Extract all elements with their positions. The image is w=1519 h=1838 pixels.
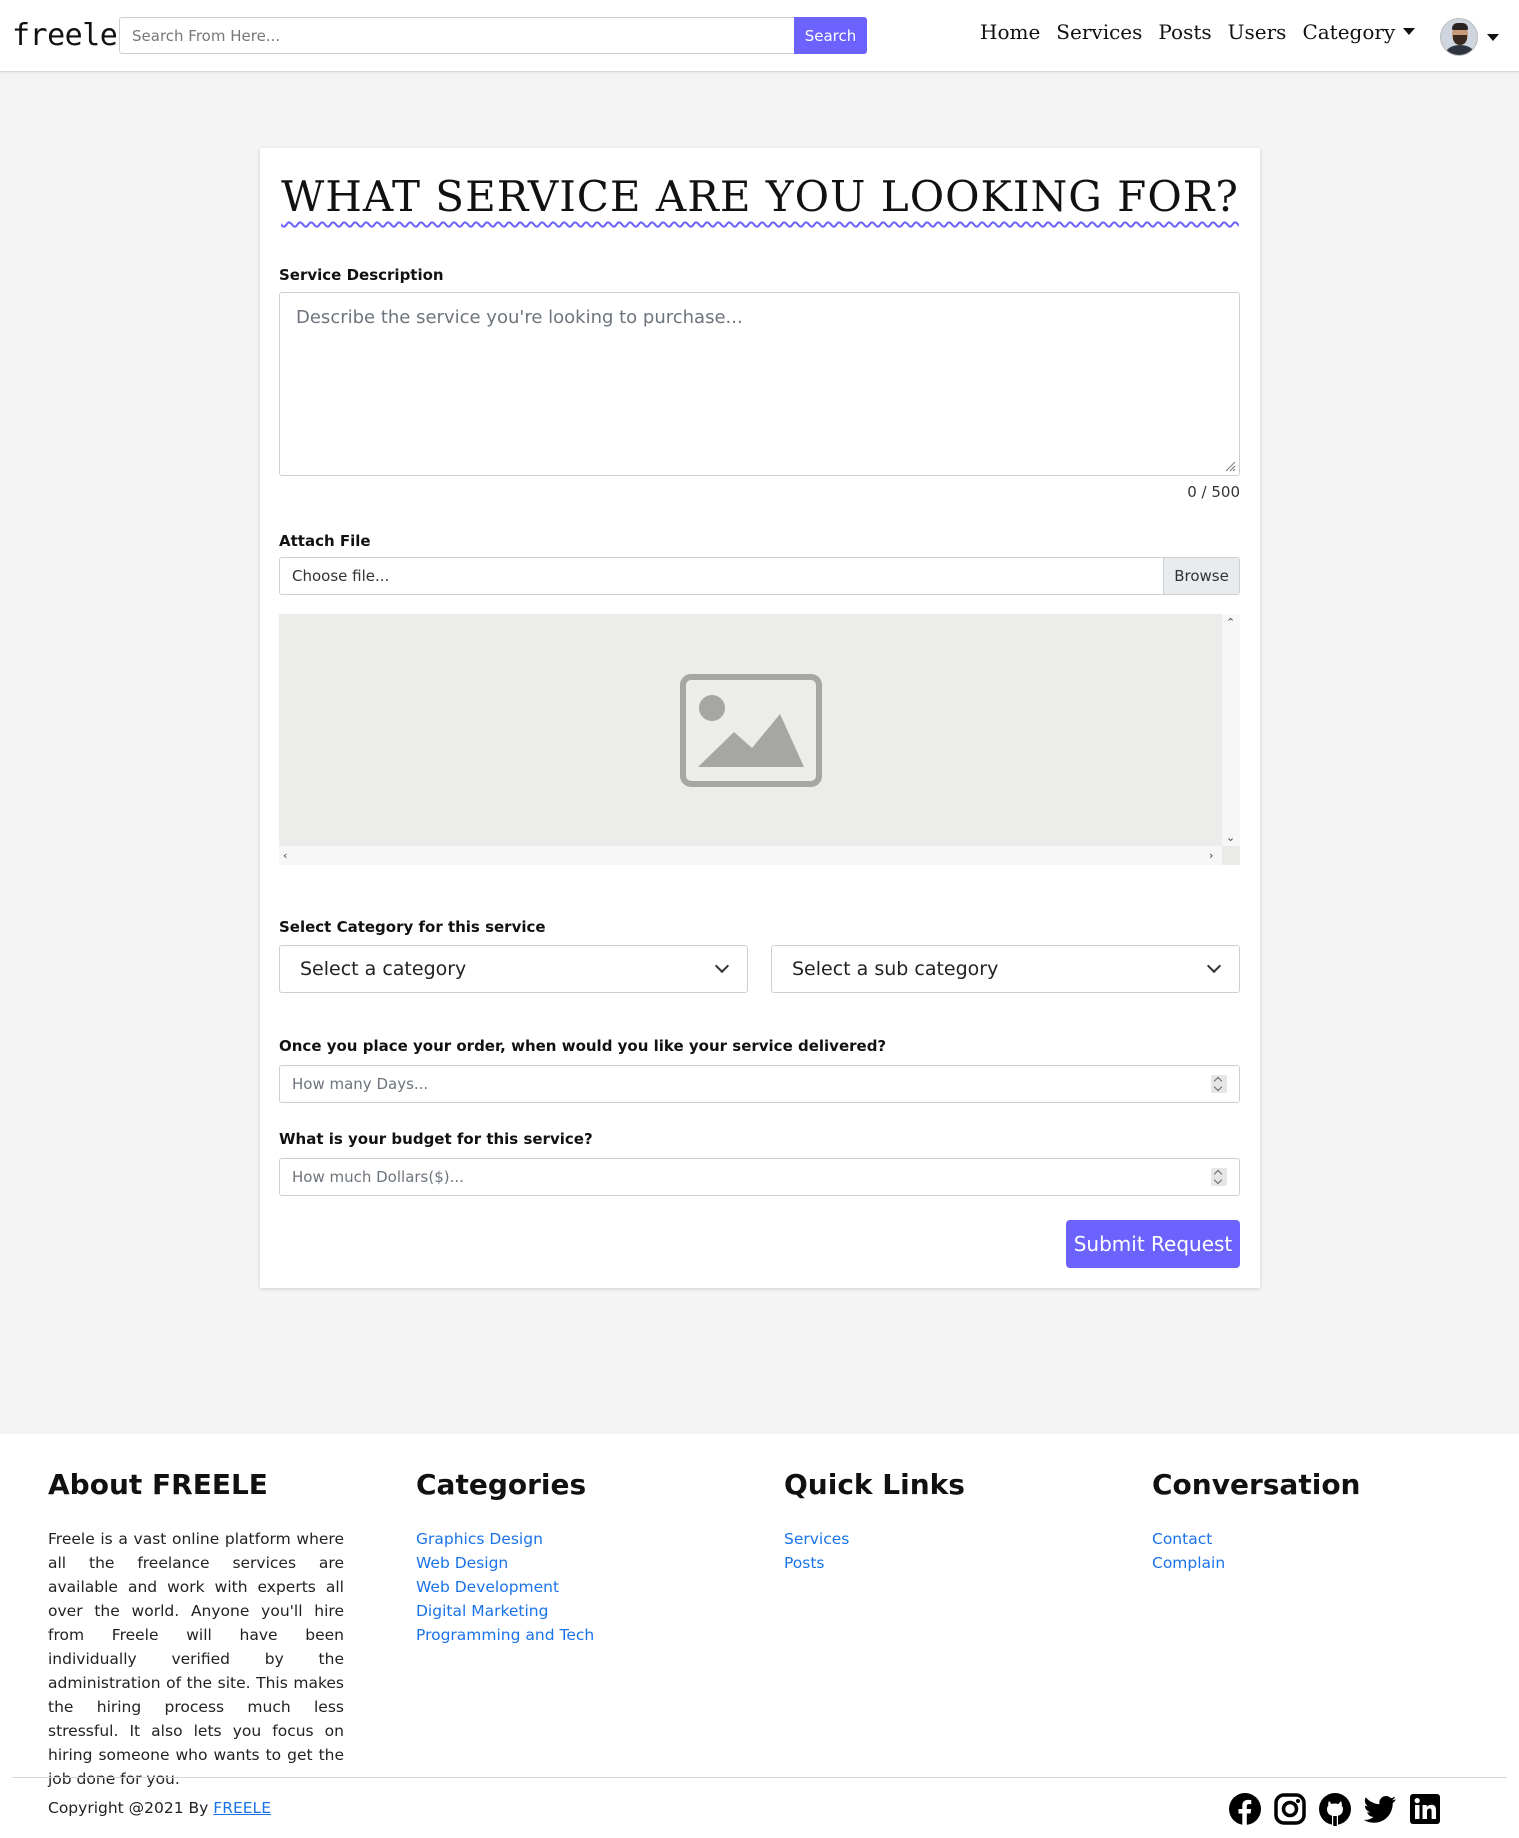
footer-about-heading: About FREELE bbox=[48, 1468, 268, 1501]
footer-link-digital-marketing[interactable]: Digital Marketing bbox=[416, 1599, 594, 1623]
footer-quicklinks-heading: Quick Links bbox=[784, 1468, 965, 1501]
delivery-days-placeholder: How many Days... bbox=[292, 1075, 429, 1093]
description-label: Service Description bbox=[279, 266, 444, 284]
avatar[interactable] bbox=[1440, 18, 1478, 56]
nav-home[interactable]: Home bbox=[980, 20, 1040, 44]
user-menu[interactable] bbox=[1440, 18, 1499, 56]
scroll-up-icon[interactable]: ⌃ bbox=[1226, 617, 1235, 628]
search-bar: Search bbox=[119, 17, 867, 54]
footer: About FREELE Freele is a vast online pla… bbox=[0, 1434, 1519, 1838]
budget-placeholder: How much Dollars($)... bbox=[292, 1168, 464, 1186]
footer-categories: Categories Graphics Design Web Design We… bbox=[416, 1468, 594, 1647]
nav-links: Home Services Posts Users Category bbox=[980, 20, 1431, 44]
scroll-left-icon[interactable]: ‹ bbox=[283, 850, 287, 861]
facebook-icon[interactable] bbox=[1228, 1792, 1262, 1826]
scroll-right-icon[interactable]: › bbox=[1209, 850, 1213, 861]
nav-posts[interactable]: Posts bbox=[1158, 20, 1211, 44]
linkedin-icon[interactable] bbox=[1408, 1792, 1442, 1826]
delivery-label: Once you place your order, when would yo… bbox=[279, 1037, 887, 1055]
copyright-text: Copyright @2021 By bbox=[48, 1799, 214, 1817]
footer-categories-heading: Categories bbox=[416, 1468, 587, 1501]
social-links bbox=[1228, 1792, 1453, 1826]
copyright-link[interactable]: FREELE bbox=[213, 1799, 271, 1817]
footer-link-web-development[interactable]: Web Development bbox=[416, 1575, 594, 1599]
file-placeholder[interactable]: Choose file... bbox=[280, 558, 1163, 594]
footer-conversation: Conversation Contact Complain bbox=[1152, 1468, 1360, 1575]
copyright: Copyright @2021 By FREELE bbox=[48, 1799, 271, 1817]
budget-input[interactable]: How much Dollars($)... bbox=[279, 1158, 1240, 1196]
caret-down-icon[interactable] bbox=[1487, 33, 1499, 41]
category-label: Select Category for this service bbox=[279, 918, 546, 936]
number-spinner-icon[interactable] bbox=[1211, 1075, 1227, 1093]
nav-category-label: Category bbox=[1302, 20, 1396, 44]
instagram-icon[interactable] bbox=[1273, 1792, 1307, 1826]
resize-grip-icon[interactable] bbox=[1224, 460, 1236, 472]
footer-link-services[interactable]: Services bbox=[784, 1527, 965, 1551]
brand-logo[interactable]: freele bbox=[12, 18, 118, 53]
page-title: WHAT SERVICE ARE YOU LOOKING FOR? bbox=[260, 172, 1260, 221]
subcategory-select[interactable]: Select a sub category bbox=[771, 945, 1240, 993]
browse-button[interactable]: Browse bbox=[1163, 558, 1239, 594]
chevron-down-icon bbox=[714, 958, 730, 974]
vertical-scrollbar[interactable]: ⌃ ⌄ bbox=[1222, 614, 1240, 846]
category-select-value: Select a category bbox=[300, 958, 467, 980]
search-input[interactable] bbox=[119, 17, 794, 54]
file-input[interactable]: Choose file... Browse bbox=[279, 557, 1240, 595]
twitter-icon[interactable] bbox=[1363, 1792, 1397, 1826]
footer-quicklinks: Quick Links Services Posts bbox=[784, 1468, 965, 1575]
image-placeholder bbox=[279, 614, 1222, 846]
horizontal-scrollbar[interactable]: ‹ › bbox=[279, 846, 1222, 865]
image-preview: ⌃ ⌄ ‹ › bbox=[279, 614, 1240, 865]
footer-link-web-design[interactable]: Web Design bbox=[416, 1551, 594, 1575]
chevron-down-icon bbox=[1206, 958, 1222, 974]
scroll-down-icon[interactable]: ⌄ bbox=[1226, 832, 1235, 843]
footer-link-programming-tech[interactable]: Programming and Tech bbox=[416, 1623, 594, 1647]
service-request-card: WHAT SERVICE ARE YOU LOOKING FOR? Servic… bbox=[260, 148, 1260, 1288]
attach-file-label: Attach File bbox=[279, 532, 371, 550]
character-counter: 0 / 500 bbox=[1187, 483, 1240, 501]
footer-conversation-heading: Conversation bbox=[1152, 1468, 1361, 1501]
description-textarea[interactable] bbox=[279, 292, 1240, 476]
footer-link-graphics-design[interactable]: Graphics Design bbox=[416, 1527, 594, 1551]
github-icon[interactable] bbox=[1318, 1792, 1352, 1826]
footer-link-contact[interactable]: Contact bbox=[1152, 1527, 1360, 1551]
submit-request-button[interactable]: Submit Request bbox=[1066, 1220, 1240, 1268]
page-title-text: WHAT SERVICE ARE YOU LOOKING FOR? bbox=[281, 172, 1239, 221]
category-select[interactable]: Select a category bbox=[279, 945, 748, 993]
footer-link-posts[interactable]: Posts bbox=[784, 1551, 965, 1575]
navbar: freele Search Home Services Posts Users … bbox=[0, 0, 1519, 72]
subcategory-select-value: Select a sub category bbox=[792, 958, 999, 980]
nav-category-dropdown[interactable]: Category bbox=[1302, 20, 1416, 44]
footer-link-complain[interactable]: Complain bbox=[1152, 1551, 1360, 1575]
number-spinner-icon[interactable] bbox=[1211, 1168, 1227, 1186]
nav-services[interactable]: Services bbox=[1056, 20, 1142, 44]
budget-label: What is your budget for this service? bbox=[279, 1130, 593, 1148]
delivery-days-input[interactable]: How many Days... bbox=[279, 1065, 1240, 1103]
footer-about-text: Freele is a vast online platform where a… bbox=[48, 1530, 344, 1788]
caret-down-icon bbox=[1403, 28, 1416, 35]
search-button[interactable]: Search bbox=[794, 17, 867, 54]
image-placeholder-icon bbox=[679, 673, 822, 787]
footer-divider bbox=[12, 1777, 1507, 1778]
nav-users[interactable]: Users bbox=[1228, 20, 1287, 44]
footer-about: About FREELE Freele is a vast online pla… bbox=[48, 1468, 344, 1791]
